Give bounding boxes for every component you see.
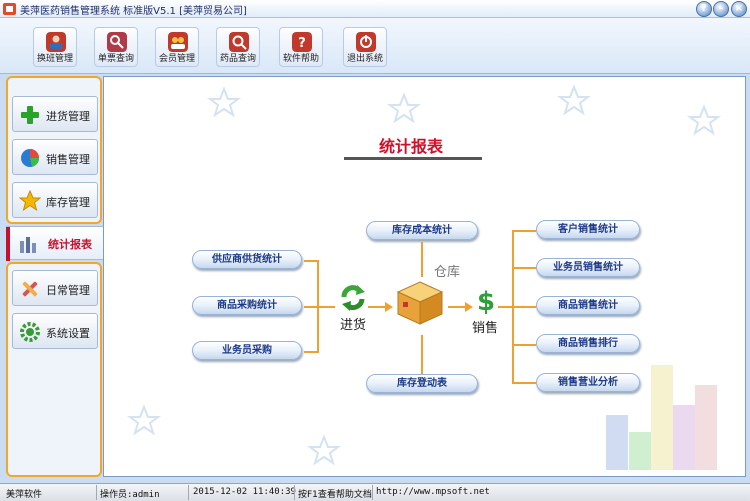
sidebar-group-bottom: 日常管理 系统设置 (6, 262, 102, 477)
report-panel: 统计报表 供应商供货统计 商品采购统计 业务员采购 库存成本统计 库存登动表 客… (103, 76, 746, 477)
svg-text:$: $ (477, 287, 495, 316)
medicine-search-icon (229, 32, 249, 52)
status-operator: 操作员:admin (100, 490, 160, 500)
tools-icon (22, 281, 38, 297)
connector (304, 260, 318, 262)
sidebar: 进货管理 销售管理 库存管理 统计报表 日常管理 系统设置 (6, 76, 106, 477)
plus-icon (21, 106, 39, 124)
report-salesman-purchase[interactable]: 业务员采购 (192, 341, 302, 360)
connector (317, 306, 335, 308)
connector (512, 267, 536, 269)
shift-change-button[interactable]: 换班管理 (33, 27, 77, 67)
sidebar-item-reports[interactable]: 统计报表 (6, 226, 106, 261)
status-company: 美萍软件 (6, 490, 43, 500)
status-url[interactable]: http://www.mpsoft.net (376, 487, 490, 497)
connector (304, 306, 318, 308)
report-sales-analysis[interactable]: 销售营业分析 (536, 373, 640, 392)
svg-text:?: ? (298, 36, 306, 51)
recycle-arrow-icon (341, 285, 365, 311)
title-bar: 美萍医药销售管理系统 标准版V5.1 [美萍贸易公司] ? – × (0, 0, 750, 18)
arrow-right-icon (465, 302, 473, 312)
flow-label-sales: 销售 (472, 321, 499, 336)
app-icon (3, 3, 16, 15)
dollar-icon: $ (477, 287, 495, 316)
medicine-search-button[interactable]: 药品查询 (216, 27, 260, 67)
status-separator (372, 485, 373, 500)
window-title: 美萍医药销售管理系统 标准版V5.1 [美萍贸易公司] (20, 6, 247, 17)
connector (304, 351, 318, 353)
report-product-sales[interactable]: 商品销售统计 (536, 296, 640, 315)
status-separator (294, 485, 295, 500)
status-separator (188, 485, 189, 500)
sidebar-item-sales[interactable]: 销售管理 (12, 139, 98, 175)
help-doc-button[interactable]: ? 软件帮助 (279, 27, 323, 67)
flow-label-purchase: 进货 (340, 318, 367, 333)
connector (512, 344, 536, 346)
receipt-search-icon (107, 32, 127, 52)
toolbar: 换班管理 单票查询 会员管理 药品查询 ? 软件帮助 退出系统 (0, 18, 750, 74)
member-icon (168, 32, 188, 52)
connector (421, 242, 423, 277)
arrow-right-icon (385, 302, 393, 312)
status-datetime: 2015-12-02 11:40:39 (193, 487, 296, 497)
report-product-purchase[interactable]: 商品采购统计 (192, 296, 302, 315)
receipt-search-button[interactable]: 单票查询 (94, 27, 138, 67)
report-inventory-change[interactable]: 库存登动表 (366, 374, 478, 393)
report-customer-sales[interactable]: 客户销售统计 (536, 220, 640, 239)
bar-chart-icon (20, 237, 36, 253)
exit-button[interactable]: 退出系统 (343, 27, 387, 67)
status-bar: 美萍软件 操作员:admin 2015-12-02 11:40:39 按F1查看… (0, 483, 750, 501)
exit-icon (356, 32, 376, 52)
sidebar-item-settings[interactable]: 系统设置 (12, 313, 98, 349)
connector (498, 306, 512, 308)
sidebar-item-inventory[interactable]: 库存管理 (12, 182, 98, 218)
report-inventory-cost[interactable]: 库存成本统计 (366, 221, 478, 240)
sidebar-item-purchase[interactable]: 进货管理 (12, 96, 98, 132)
box-icon (396, 281, 444, 325)
help-icon: ? (292, 32, 312, 52)
status-separator (96, 485, 97, 500)
title-underline (344, 157, 482, 160)
connector (512, 306, 536, 308)
connector (421, 335, 423, 375)
minimize-button[interactable]: – (713, 1, 729, 17)
connector (512, 382, 536, 384)
report-salesman-sales[interactable]: 业务员销售统计 (536, 258, 640, 277)
sidebar-group-top: 进货管理 销售管理 库存管理 (6, 76, 102, 224)
help-button[interactable]: ? (696, 1, 712, 17)
sidebar-item-daily[interactable]: 日常管理 (12, 270, 98, 306)
status-help: 按F1查看帮助文档 (298, 490, 372, 500)
report-supplier-supply[interactable]: 供应商供货统计 (192, 250, 302, 269)
connector (512, 230, 536, 232)
close-button[interactable]: × (731, 1, 747, 17)
member-button[interactable]: 会员管理 (155, 27, 199, 67)
active-indicator (6, 227, 10, 261)
gear-icon (20, 322, 40, 342)
shift-change-icon (46, 32, 66, 52)
flow-label-warehouse: 仓库 (434, 265, 461, 280)
pie-chart-icon (21, 149, 40, 167)
page-title: 统计报表 (379, 137, 444, 156)
report-product-ranking[interactable]: 商品销售排行 (536, 334, 640, 353)
star-icon (19, 190, 41, 212)
